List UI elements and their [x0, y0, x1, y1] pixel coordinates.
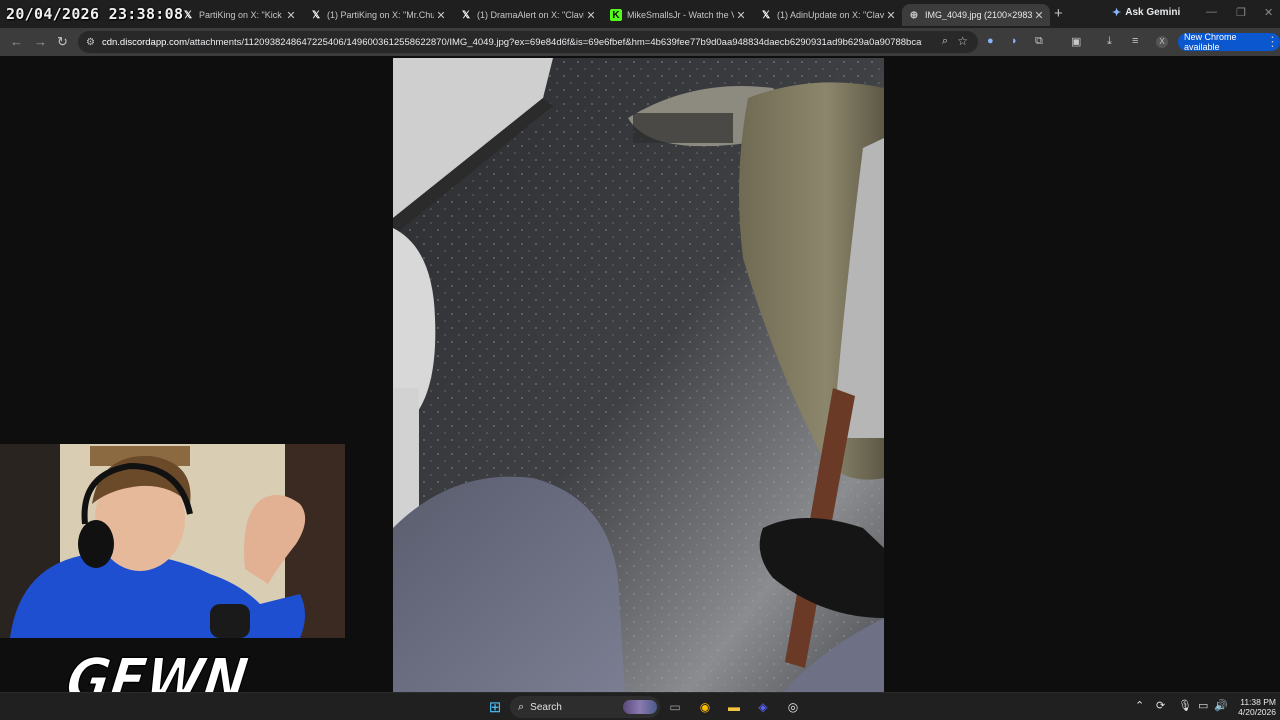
page-viewport: GEWN [0, 56, 1280, 716]
x-logo-icon: 𝕏 [761, 9, 771, 21]
clock-time: 11:38 PM [1240, 697, 1276, 707]
tab-title: PartiKing on X: "Kick stre [199, 10, 284, 20]
read-aloud-icon[interactable]: ◗ [1011, 35, 1018, 47]
stream-timestamp: 20/04/2026 23:38:08 [6, 5, 184, 23]
windows-start-icon[interactable]: ⊞ [486, 698, 504, 716]
side-panel-icon[interactable]: ▣ [1071, 35, 1081, 48]
new-chrome-label: New Chrome available [1184, 32, 1237, 52]
mic-tray-icon[interactable]: 🎙 [1178, 699, 1192, 712]
close-icon[interactable]: ✕ [1032, 9, 1046, 22]
footrest [633, 113, 733, 143]
task-view-icon[interactable]: ▭ [666, 698, 684, 716]
media-control-icon[interactable]: ≡ [1132, 35, 1138, 47]
tab-strip: 𝕏 PartiKing on X: "Kick stre ✕ 𝕏 (1) Par… [0, 0, 1280, 28]
url-host: cdn.discordapp.com [101, 36, 187, 48]
search-highlight-image [623, 700, 657, 714]
extensions-puzzle-icon[interactable]: ⧉ [1035, 35, 1043, 48]
close-icon[interactable]: ✕ [584, 9, 598, 22]
tab-title: (1) PartiKing on X: "Mr.Chud [327, 10, 434, 20]
obs-icon[interactable]: ◎ [784, 698, 802, 716]
tab-3[interactable]: 𝕏 (1) DramaAlert on X: "Clavic ✕ [454, 4, 602, 26]
windows-taskbar: ⊞ ⌕ Search ▭ ◉ ▬ ◈ ◎ ⌃ ⟳ 🎙 ▭ 🔊 11:38 PM … [0, 692, 1280, 720]
taskbar-search[interactable]: ⌕ Search [510, 696, 660, 718]
display-tray-icon[interactable]: ▭ [1198, 699, 1208, 712]
search-icon: ⌕ [518, 700, 525, 713]
tab-5[interactable]: 𝕏 (1) AdinUpdate on X: "Clavic ✕ [754, 4, 902, 26]
bookmark-star-icon[interactable]: ☆ [957, 34, 968, 48]
microphone [210, 604, 250, 638]
headphones-earcup [78, 520, 114, 568]
site-info-icon[interactable]: ⚙ [86, 37, 95, 48]
tab-6-active[interactable]: ⊕ IMG_4049.jpg (2100×2983) ✕ [902, 4, 1050, 26]
displayed-image [393, 58, 884, 692]
browser-toolbar: ← → ↻ ⚙ cdn.discordapp.com/attachments/1… [0, 28, 1280, 56]
close-icon[interactable]: ✕ [884, 9, 898, 22]
x-logo-icon: 𝕏 [461, 9, 471, 21]
x-logo-icon: 𝕏 [311, 9, 321, 21]
search-label: Search [530, 701, 562, 713]
chrome-icon[interactable]: ◉ [696, 698, 714, 716]
new-chrome-available-button[interactable]: New Chrome available [1178, 32, 1280, 52]
extension-circle-icon[interactable]: ● [987, 35, 994, 47]
url-text[interactable]: cdn.discordapp.com/attachments/112093824… [102, 37, 922, 48]
webcam-overlay [0, 444, 345, 638]
tab-title: (1) AdinUpdate on X: "Clavic [777, 10, 884, 20]
ask-gemini-button[interactable]: ✦ Ask Gemini [1112, 6, 1180, 19]
close-icon[interactable]: ✕ [284, 9, 298, 22]
profile-avatar[interactable]: X [1156, 36, 1168, 48]
file-explorer-icon[interactable]: ▬ [725, 698, 743, 716]
tab-2[interactable]: 𝕏 (1) PartiKing on X: "Mr.Chud ✕ [304, 4, 452, 26]
clock-date: 4/20/2026 [1238, 707, 1276, 717]
reload-icon[interactable]: ↻ [57, 34, 68, 50]
kick-icon: K [610, 9, 622, 21]
close-icon[interactable]: ✕ [734, 9, 748, 22]
download-icon[interactable]: ⤓ [1107, 35, 1112, 48]
discord-icon[interactable]: ◈ [754, 698, 772, 716]
new-tab-button[interactable]: + [1054, 5, 1063, 22]
window-close-icon[interactable]: ✕ [1264, 6, 1273, 19]
taskbar-clock[interactable]: 11:38 PM 4/20/2026 [1232, 697, 1276, 717]
tab-title: MikeSmallsJr - Watch the V [627, 10, 734, 20]
x-logo-icon: 𝕏 [183, 9, 193, 21]
tray-overflow-icon[interactable]: ⌃ [1135, 699, 1144, 712]
volume-tray-icon[interactable]: 🔊 [1214, 699, 1228, 712]
restore-icon[interactable]: ❐ [1236, 6, 1246, 19]
url-path: /attachments/1120938248647225406/1496003… [187, 36, 922, 48]
close-icon[interactable]: ✕ [434, 9, 448, 22]
back-icon[interactable]: ← [10, 34, 23, 49]
forward-icon[interactable]: → [34, 34, 47, 49]
zoom-icon[interactable]: ⌕ [942, 35, 948, 48]
browser-menu-icon[interactable]: ⋮ [1266, 34, 1279, 50]
tab-4[interactable]: K MikeSmallsJr - Watch the V ✕ [604, 4, 752, 26]
tab-title: IMG_4049.jpg (2100×2983) [925, 10, 1032, 20]
gemini-spark-icon: ✦ [1112, 7, 1122, 19]
globe-icon: ⊕ [909, 9, 919, 21]
address-bar[interactable]: ⚙ cdn.discordapp.com/attachments/1120938… [78, 31, 978, 53]
update-tray-icon[interactable]: ⟳ [1156, 699, 1165, 712]
tab-title: (1) DramaAlert on X: "Clavic [477, 10, 584, 20]
minimize-icon[interactable]: — [1206, 6, 1217, 18]
ask-gemini-label: Ask Gemini [1125, 7, 1181, 18]
